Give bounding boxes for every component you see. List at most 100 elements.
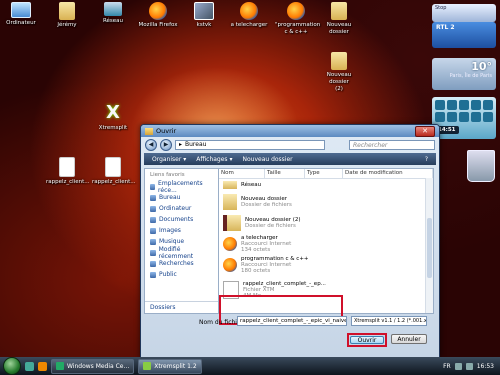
nav-link-label: Documents bbox=[159, 216, 194, 223]
file-row[interactable]: a telecharger Raccourci Internet 134 octe… bbox=[219, 233, 433, 254]
network-icon bbox=[223, 181, 237, 189]
back-button[interactable]: ◀ bbox=[145, 139, 157, 151]
file-row[interactable]: Réseau bbox=[219, 179, 433, 191]
column-header-size[interactable]: Taille bbox=[265, 169, 305, 178]
start-button[interactable] bbox=[3, 357, 21, 375]
dialog-body: Liens favoris Emplacements réce... Burea… bbox=[144, 168, 434, 314]
nav-link-label: Modifié récemment bbox=[158, 245, 194, 260]
help-icon[interactable]: ? bbox=[425, 156, 428, 163]
firefox-icon bbox=[223, 257, 237, 272]
language-indicator[interactable]: FR bbox=[443, 363, 451, 370]
volume-icon[interactable] bbox=[465, 362, 473, 370]
folder-icon bbox=[145, 127, 153, 135]
desktop-icon-jeremy[interactable]: Jérémy bbox=[46, 2, 88, 29]
desktop-icon-xtremsplit[interactable]: X Xtremsplit bbox=[92, 103, 134, 132]
nav-link[interactable]: Recherches bbox=[145, 258, 218, 269]
computer-icon bbox=[150, 205, 156, 212]
nav-link[interactable]: Modifié récemment bbox=[145, 245, 218, 260]
desktop-icon-nouveau-dossier[interactable]: Nouveau dossier bbox=[318, 2, 360, 36]
path-field[interactable]: ▸ Bureau bbox=[175, 140, 325, 150]
file-name: programmation c & c++ bbox=[241, 255, 309, 262]
filename-input[interactable]: rappelz_client_complet_-_epic_vi_naive_.… bbox=[237, 316, 347, 326]
desktop-icon-ordinateur[interactable]: Ordinateur bbox=[0, 2, 42, 27]
nav-link[interactable]: Public bbox=[145, 269, 218, 280]
taskbar-item[interactable]: Xtremsplit 1.2 bbox=[138, 358, 202, 374]
recycle-bin-icon[interactable] bbox=[467, 150, 495, 182]
open-button[interactable]: Ouvrir bbox=[350, 336, 384, 344]
desktop-icon-kstvk[interactable]: kstvk bbox=[183, 2, 225, 29]
file-row[interactable]: Nouveau dossier (2) Dossier de fichiers bbox=[219, 212, 433, 233]
path-segment[interactable]: Bureau bbox=[185, 140, 206, 150]
file-list: Nom Taille Type Date de modification Rés… bbox=[219, 168, 434, 314]
firefox-shortcut-icon bbox=[287, 2, 305, 20]
weather-city: Paris, Île de Paris bbox=[449, 73, 492, 79]
column-header-date[interactable]: Date de modification bbox=[343, 169, 433, 178]
new-folder-button[interactable]: Nouveau dossier bbox=[242, 156, 292, 163]
radio-station-label: RTL 2 bbox=[436, 24, 455, 31]
dialog-titlebar[interactable]: Ouvrir ✕ bbox=[141, 125, 439, 137]
searches-icon bbox=[150, 260, 156, 267]
taskbar-item[interactable]: Windows Media Ce... bbox=[51, 358, 135, 374]
taskbar-item-label: Xtremsplit 1.2 bbox=[154, 362, 197, 370]
desktop-icon-label: Mozilla Firefox bbox=[138, 22, 178, 28]
desktop-icon-label: Jérémy bbox=[57, 22, 77, 28]
public-icon bbox=[150, 271, 156, 278]
taskbar-item-label: Windows Media Ce... bbox=[67, 362, 130, 370]
recently-changed-icon bbox=[150, 249, 156, 256]
xtremsplit-icon: X bbox=[106, 102, 120, 123]
desktop-icon-label: Nouveau dossier (2) bbox=[326, 72, 352, 92]
desktop-icon-label: "programmation c & c++ bbox=[275, 22, 321, 35]
dialog-title: Ouvrir bbox=[156, 127, 177, 135]
network-icon[interactable] bbox=[454, 362, 462, 370]
desktop-icon-label: a telecharger bbox=[230, 22, 268, 28]
search-input[interactable]: Rechercher bbox=[349, 140, 435, 150]
desktop-icon-programmation[interactable]: "programmation c & c++ bbox=[275, 2, 321, 36]
gadget-weather[interactable]: 10° Paris, Île de Paris bbox=[432, 58, 496, 90]
desktop-icon-a-telecharger[interactable]: a telecharger bbox=[228, 2, 270, 29]
scrollbar-thumb[interactable] bbox=[427, 218, 432, 278]
xtremsplit-icon bbox=[143, 362, 152, 370]
dialog-toolbar: Organiser ▾ Affichages ▾ Nouveau dossier… bbox=[144, 153, 436, 165]
scrollbar[interactable] bbox=[425, 178, 433, 313]
views-button[interactable]: Affichages ▾ bbox=[196, 156, 232, 163]
desktop-icon-label: rappelz_client... bbox=[46, 179, 90, 185]
system-tray: FR 16:53 bbox=[443, 362, 500, 370]
nav-link[interactable]: Emplacements réce... bbox=[145, 180, 218, 194]
taskbar: Windows Media Ce... Xtremsplit 1.2 FR 16… bbox=[0, 357, 500, 375]
file-row[interactable]: programmation c & c++ Raccourci Internet … bbox=[219, 254, 433, 275]
close-button[interactable]: ✕ bbox=[415, 125, 435, 137]
show-desktop-icon[interactable] bbox=[25, 361, 34, 371]
nav-link[interactable]: Images bbox=[145, 225, 218, 236]
clock[interactable]: 16:53 bbox=[477, 363, 494, 370]
desktop-icon-label: rappelz_client... bbox=[92, 179, 136, 185]
firefox-icon[interactable] bbox=[38, 361, 47, 371]
nav-link[interactable]: Ordinateur bbox=[145, 203, 218, 214]
desktop-icon-nouveau-dossier-2[interactable]: Nouveau dossier (2) bbox=[318, 52, 360, 93]
nav-link[interactable]: Bureau bbox=[145, 192, 218, 203]
cancel-button[interactable]: Annuler bbox=[391, 334, 427, 344]
column-header-name[interactable]: Nom bbox=[219, 169, 265, 178]
desktop-icon-rappelz-1[interactable]: rappelz_client... bbox=[46, 157, 90, 186]
organize-button[interactable]: Organiser ▾ bbox=[152, 156, 186, 163]
documents-icon bbox=[150, 216, 156, 223]
desktop-icon-rappelz-2[interactable]: rappelz_client... bbox=[92, 157, 136, 186]
desktop-icon-reseau[interactable]: Réseau bbox=[92, 2, 134, 25]
document-icon bbox=[59, 157, 75, 177]
column-header-type[interactable]: Type bbox=[305, 169, 343, 178]
filetype-select[interactable]: Xtremsplit v1.1 / 1.2 (*.001.xtm) bbox=[351, 316, 427, 326]
nav-link[interactable]: Documents bbox=[145, 214, 218, 225]
file-detail: Raccourci Internet 180 octets bbox=[241, 261, 292, 274]
forward-button[interactable]: ▶ bbox=[160, 139, 172, 151]
navigation-pane: Liens favoris Emplacements réce... Burea… bbox=[144, 168, 219, 314]
nav-link-label: Ordinateur bbox=[159, 205, 192, 212]
open-file-dialog: Ouvrir ✕ ◀ ▶ ▸ Bureau Rechercher Organis… bbox=[140, 124, 440, 359]
gadget-clock[interactable]: 14:51 bbox=[432, 97, 496, 139]
desktop: Ordinateur Jérémy Réseau Mozilla Firefox… bbox=[0, 0, 500, 359]
folders-toggle[interactable]: Dossiers bbox=[145, 301, 218, 313]
gadget-radio[interactable]: RTL 2 bbox=[432, 22, 496, 48]
file-detail: Dossier de fichiers bbox=[245, 222, 296, 229]
file-row[interactable]: Nouveau dossier Dossier de fichiers bbox=[219, 191, 433, 212]
gadget-tab[interactable]: Stop bbox=[432, 4, 496, 22]
desktop-icon-firefox[interactable]: Mozilla Firefox bbox=[137, 2, 179, 29]
recent-places-icon bbox=[150, 183, 156, 190]
